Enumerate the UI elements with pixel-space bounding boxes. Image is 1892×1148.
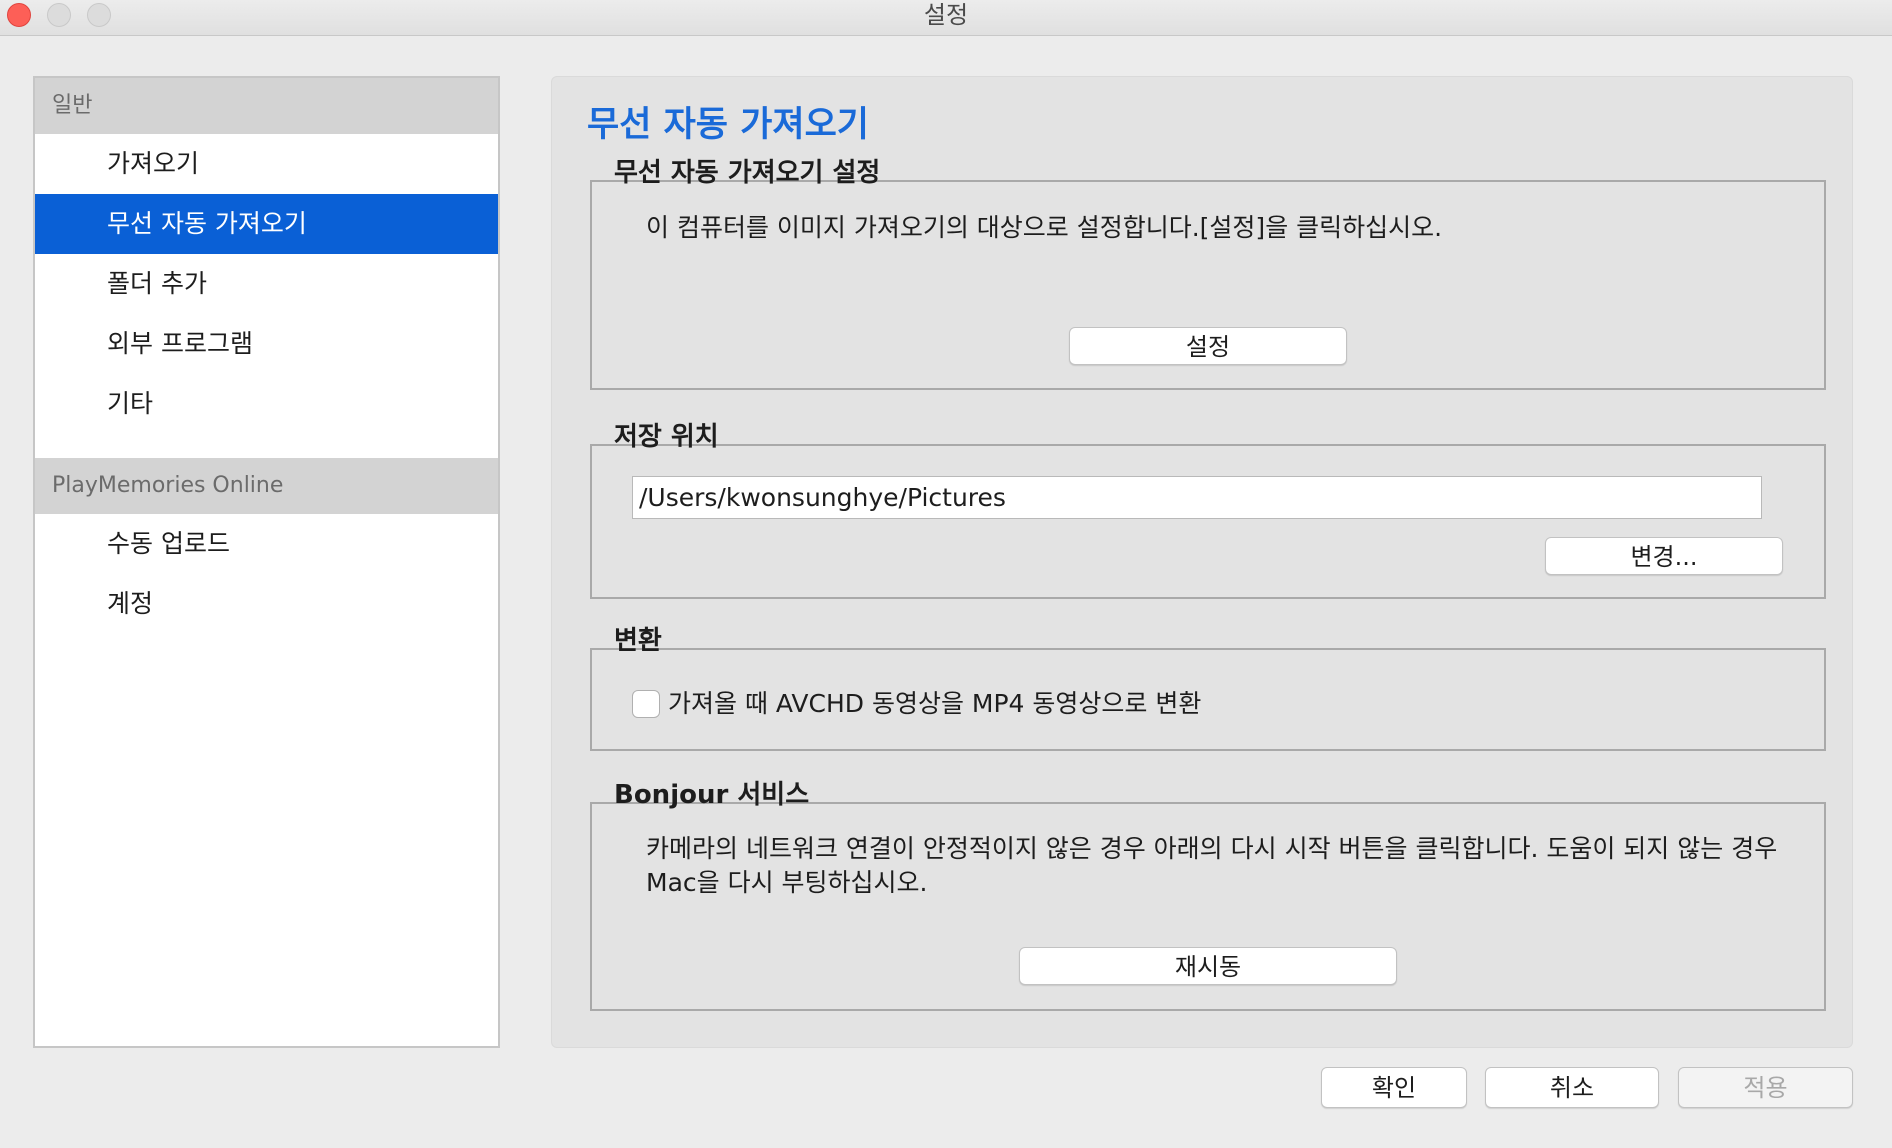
sidebar-item-other[interactable]: 기타 — [35, 374, 498, 434]
window-title: 설정 — [923, 1, 969, 29]
ok-button[interactable]: 확인 — [1321, 1067, 1467, 1108]
change-location-button[interactable]: 변경... — [1545, 537, 1783, 575]
sidebar: 일반 가져오기 무선 자동 가져오기 폴더 추가 외부 프로그램 기타 Play… — [33, 76, 500, 1048]
cancel-button[interactable]: 취소 — [1485, 1067, 1659, 1108]
save-path-field[interactable] — [632, 476, 1762, 519]
title-bar: 설정 — [0, 0, 1892, 36]
bonjour-description-line2: Mac을 다시 부팅하십시오. — [646, 868, 928, 897]
page-title: 무선 자동 가져오기 — [587, 105, 869, 145]
bonjour-group-title: Bonjour 서비스 — [614, 780, 810, 810]
sidebar-item-add-folder[interactable]: 폴더 추가 — [35, 254, 498, 314]
apply-button[interactable]: 적용 — [1678, 1067, 1853, 1108]
bonjour-description-line1: 카메라의 네트워크 연결이 안정적이지 않은 경우 아래의 다시 시작 버튼을 … — [646, 834, 1778, 863]
sidebar-item-wireless-auto-import[interactable]: 무선 자동 가져오기 — [35, 194, 498, 254]
sidebar-item-manual-upload[interactable]: 수동 업로드 — [35, 514, 498, 574]
save-location-group-title: 저장 위치 — [614, 422, 719, 452]
conversion-group-title: 변환 — [614, 626, 662, 656]
convert-avchd-label: 가져올 때 AVCHD 동영상을 MP4 동영상으로 변환 — [668, 689, 1202, 718]
setup-button[interactable]: 설정 — [1069, 327, 1347, 365]
sidebar-header-playmemories-online: PlayMemories Online — [35, 458, 498, 514]
wireless-settings-description: 이 컴퓨터를 이미지 가져오기의 대상으로 설정합니다.[설정]을 클릭하십시오… — [646, 213, 1443, 242]
restart-button[interactable]: 재시동 — [1019, 947, 1397, 985]
sidebar-item-external-program[interactable]: 외부 프로그램 — [35, 314, 498, 374]
sidebar-item-account[interactable]: 계정 — [35, 574, 498, 634]
sidebar-header-general: 일반 — [35, 78, 498, 134]
convert-avchd-checkbox[interactable] — [632, 690, 660, 718]
wireless-settings-group-title: 무선 자동 가져오기 설정 — [614, 158, 881, 188]
sidebar-item-import[interactable]: 가져오기 — [35, 134, 498, 194]
